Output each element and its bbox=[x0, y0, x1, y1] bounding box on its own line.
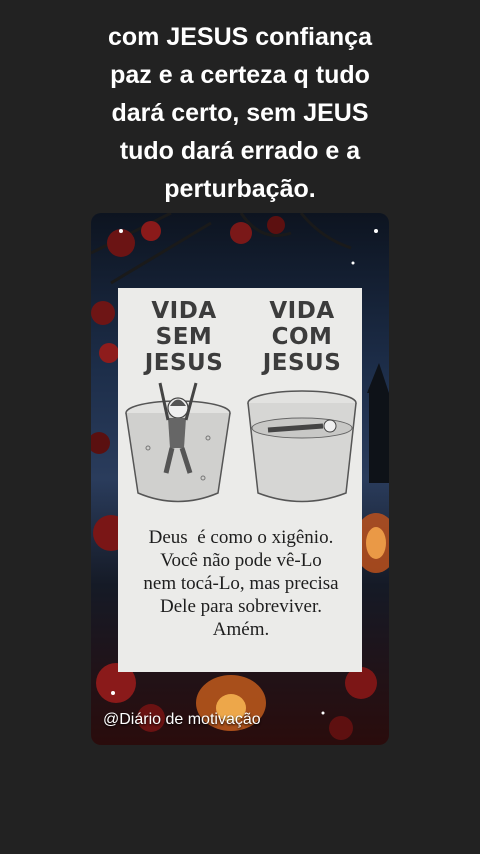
life-with-jesus-card: VIDA SEM JESUS VIDA COM JESUS Deus é com… bbox=[118, 288, 362, 672]
quote-line: nem tocá-Lo, mas precisa bbox=[143, 573, 339, 594]
post-image[interactable]: VIDA SEM JESUS VIDA COM JESUS Deus é com… bbox=[91, 213, 389, 745]
quote-line: Dele para sobreviver. bbox=[160, 596, 322, 617]
heading-life-without-jesus: VIDA SEM JESUS bbox=[144, 298, 224, 376]
quote-line: Você não pode vê-Lo bbox=[160, 550, 322, 571]
watermark-handle: @Diário de motivação bbox=[103, 711, 261, 728]
quote-text: Deus é como o xigênio. Você não pode vê-… bbox=[128, 526, 354, 641]
quote-line: Amém. bbox=[212, 619, 270, 640]
heading-life-with-jesus: VIDA COM JESUS bbox=[262, 298, 342, 376]
quote-line: Deus é como o xigênio. bbox=[148, 527, 334, 548]
post-caption: com JESUS confiança paz e a certeza q tu… bbox=[108, 23, 372, 203]
